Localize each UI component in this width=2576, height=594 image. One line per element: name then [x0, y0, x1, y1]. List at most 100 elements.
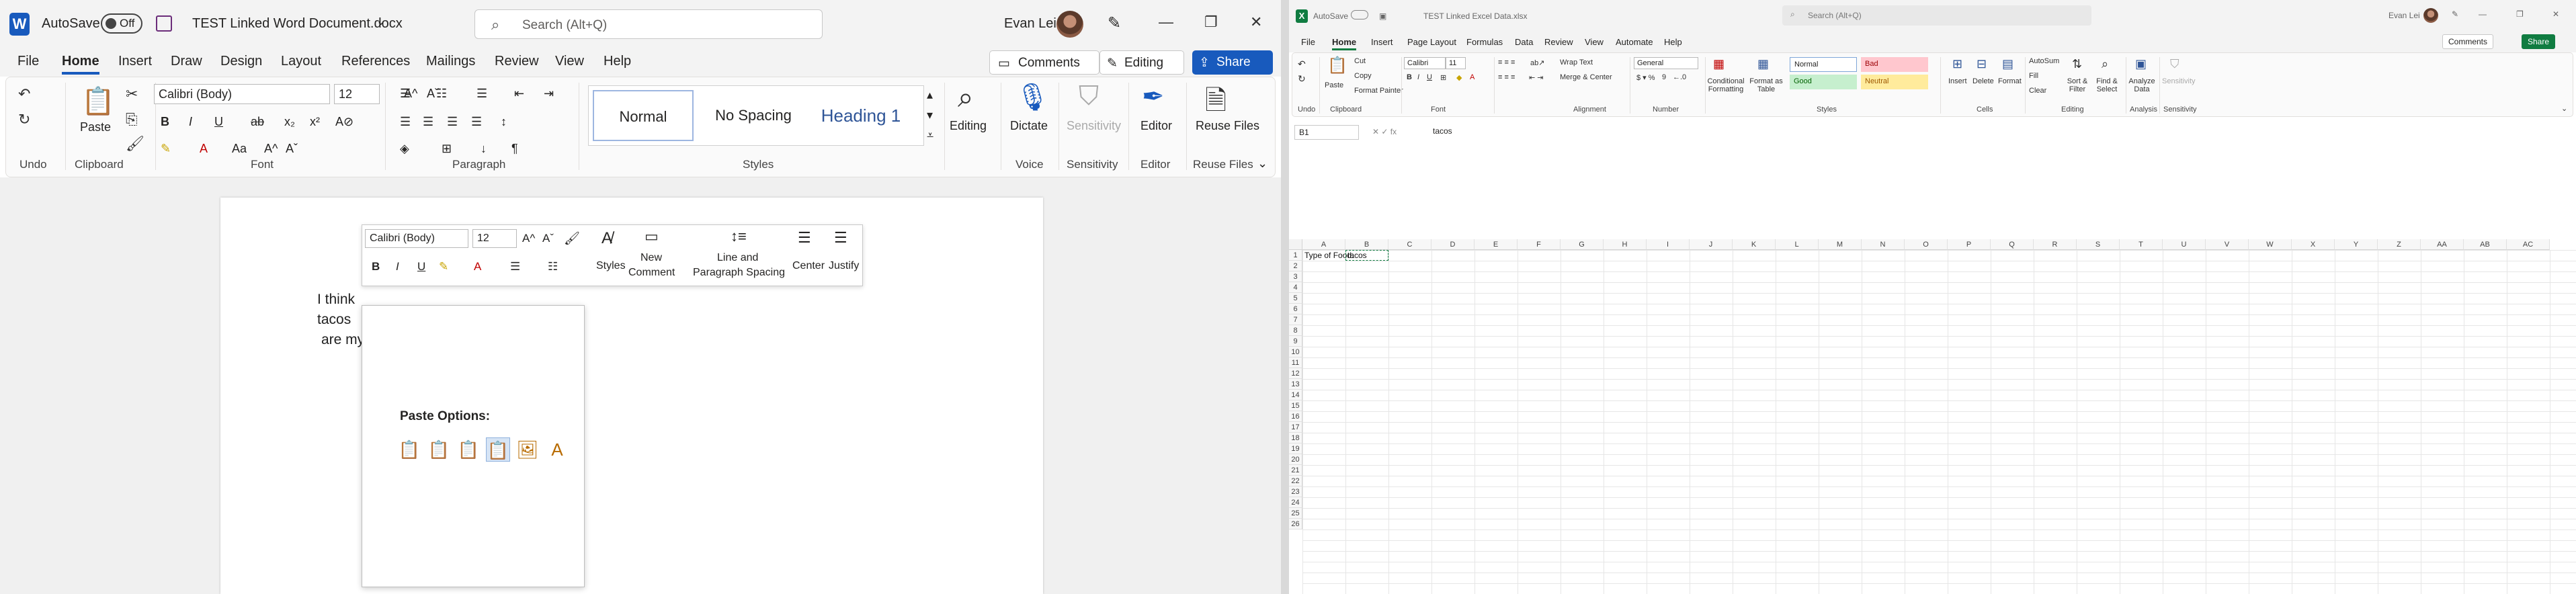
bullets-icon[interactable]: ☰ — [510, 260, 520, 273]
close-icon[interactable]: ✕ — [2552, 9, 2559, 19]
collapse-ribbon-icon[interactable]: ⌄ — [2561, 104, 2567, 113]
tab-design[interactable]: Design — [220, 54, 262, 69]
styles-icon[interactable]: A̸ — [601, 229, 612, 248]
pen-icon[interactable]: ✎ — [2452, 9, 2458, 19]
line-spacing-label-1[interactable]: Line and — [717, 252, 758, 264]
column-header[interactable]: R — [2034, 239, 2077, 250]
align-center-icon[interactable]: ☰ — [423, 115, 433, 129]
italic-icon[interactable]: I — [189, 115, 192, 129]
comments-button[interactable]: ▭ Comments — [989, 50, 1099, 75]
undo-icon[interactable]: ↶ — [1298, 58, 1306, 70]
align-left-icon[interactable]: ☰ — [400, 115, 411, 129]
column-header[interactable]: P — [1948, 239, 1991, 250]
font-color-icon[interactable]: A — [200, 142, 208, 156]
paste-icon[interactable]: 📋 — [1327, 56, 1347, 75]
shading-icon[interactable]: ◈ — [400, 142, 409, 156]
row-header[interactable]: 20 — [1289, 454, 1302, 465]
redo-icon[interactable]: ↻ — [1298, 73, 1306, 85]
tab-references[interactable]: References — [341, 54, 410, 69]
tab-view[interactable]: View — [1585, 37, 1604, 47]
undo-icon[interactable]: ↶ — [18, 85, 30, 103]
wrap-text-button[interactable]: Wrap Text — [1560, 58, 1593, 67]
search-box[interactable]: ⌕ Search (Alt+Q) — [1782, 5, 2091, 26]
row-header[interactable]: 4 — [1289, 282, 1302, 293]
row-header[interactable]: 11 — [1289, 357, 1302, 368]
line-spacing-icon[interactable]: ↕≡ — [731, 228, 747, 245]
row-header[interactable]: 22 — [1289, 476, 1302, 486]
strikethrough-icon[interactable]: ab — [251, 115, 264, 129]
row-header[interactable]: 17 — [1289, 422, 1302, 433]
font-name-box[interactable]: Calibri (Body) — [154, 84, 330, 104]
clear-button[interactable]: Clear — [2029, 87, 2046, 95]
highlight-icon[interactable]: ✎ — [161, 142, 171, 156]
delete-cells-label[interactable]: Delete — [1972, 77, 1994, 85]
column-header[interactable]: S — [2077, 239, 2120, 250]
number-format-box[interactable]: General — [1634, 57, 1698, 69]
fx-icon[interactable]: ✕ ✓ fx — [1372, 127, 1397, 136]
indent-icon[interactable]: ⇤ ⇥ — [1529, 73, 1544, 82]
sort-filter-icon[interactable]: ⇅ — [2072, 57, 2082, 71]
tab-help[interactable]: Help — [1664, 37, 1682, 47]
cells-area[interactable] — [1302, 250, 2576, 594]
delete-cells-icon[interactable]: ⊟ — [1977, 57, 1987, 71]
row-header[interactable]: 19 — [1289, 443, 1302, 454]
format-cells-icon[interactable]: ▤ — [2002, 57, 2013, 71]
share-button[interactable]: Share — [2522, 34, 2556, 49]
merge-center-button[interactable]: Merge & Center — [1560, 73, 1612, 81]
row-header[interactable]: 23 — [1289, 486, 1302, 497]
row-header[interactable]: 21 — [1289, 465, 1302, 476]
editor-button-label[interactable]: Editor — [1140, 119, 1172, 133]
column-header[interactable]: U — [2163, 239, 2206, 250]
minimize-icon[interactable]: — — [1159, 13, 1173, 31]
spreadsheet-grid[interactable]: A B C D E F G H I J K L M N O P Q R S T U V W X Y Z AA AB AC 1234567… — [1289, 142, 2576, 594]
paste-icon[interactable]: 📋 — [81, 85, 115, 117]
cut-icon[interactable]: ✂ — [126, 85, 138, 103]
conditional-formatting-label[interactable]: Conditional Formatting — [1705, 77, 1747, 93]
document-title[interactable]: TEST Linked Word Document.docx — [192, 16, 403, 32]
accounting-format-icon[interactable]: $ ▾ % — [1636, 73, 1655, 82]
row-header[interactable]: 25 — [1289, 508, 1302, 519]
column-header[interactable]: AB — [2464, 239, 2507, 250]
font-size-box[interactable]: 12 — [334, 84, 380, 104]
align-right-icon[interactable]: ☰ — [447, 115, 458, 129]
picture-icon[interactable]: 🖼 — [515, 437, 540, 462]
keep-source-formatting-icon[interactable]: 📋 — [397, 437, 421, 462]
copy-button[interactable]: Copy — [1354, 72, 1372, 80]
save-icon[interactable] — [156, 15, 172, 32]
maximize-icon[interactable]: ❐ — [2516, 9, 2524, 19]
column-header[interactable]: O — [1905, 239, 1948, 250]
sensitivity-button-label[interactable]: Sensitivity — [1067, 119, 1121, 133]
find-select-icon[interactable]: ⌕ — [2102, 57, 2108, 71]
tab-insert[interactable]: Insert — [118, 54, 152, 69]
justify-icon[interactable]: ☰ — [471, 115, 482, 129]
new-comment-label-1[interactable]: New — [640, 252, 662, 264]
search-box[interactable]: ⌕ Search (Alt+Q) — [474, 9, 823, 39]
row-header[interactable]: 16 — [1289, 411, 1302, 422]
underline-icon[interactable]: U — [214, 115, 223, 129]
orientation-icon[interactable]: ab↗ — [1530, 58, 1544, 67]
row-header[interactable]: 24 — [1289, 497, 1302, 508]
column-header[interactable]: X — [2292, 239, 2335, 250]
name-box[interactable]: B1 — [1294, 125, 1359, 140]
collapse-ribbon-icon[interactable]: ⌄ — [1257, 157, 1268, 171]
paste-label[interactable]: Paste — [80, 120, 111, 134]
format-cells-label[interactable]: Format — [1998, 77, 2022, 85]
fill-color-icon[interactable]: ◆ — [1456, 73, 1462, 82]
column-header[interactable]: N — [1862, 239, 1905, 250]
tab-home[interactable]: Home — [62, 54, 99, 75]
editing-label[interactable]: Editing — [950, 119, 987, 133]
cell-b1[interactable]: tacos — [1347, 250, 1367, 261]
style-heading-1[interactable]: Heading 1 — [811, 90, 911, 141]
column-header[interactable]: Q — [1991, 239, 2034, 250]
tab-page-layout[interactable]: Page Layout — [1407, 37, 1456, 47]
cell-style-bad[interactable]: Bad — [1861, 57, 1928, 72]
maximize-icon[interactable]: ❐ — [1204, 13, 1218, 31]
format-as-table-icon[interactable]: ▦ — [1757, 57, 1769, 71]
new-comment-icon[interactable]: ▭ — [645, 228, 659, 245]
row-header[interactable]: 12 — [1289, 368, 1302, 379]
redo-icon[interactable]: ↻ — [18, 111, 30, 128]
format-painter-icon[interactable]: 🖌 — [564, 230, 580, 247]
tab-review[interactable]: Review — [1544, 37, 1573, 47]
document-title[interactable]: TEST Linked Excel Data.xlsx — [1423, 11, 1528, 21]
styles-scroll-down-icon[interactable]: ▾ — [927, 108, 933, 122]
